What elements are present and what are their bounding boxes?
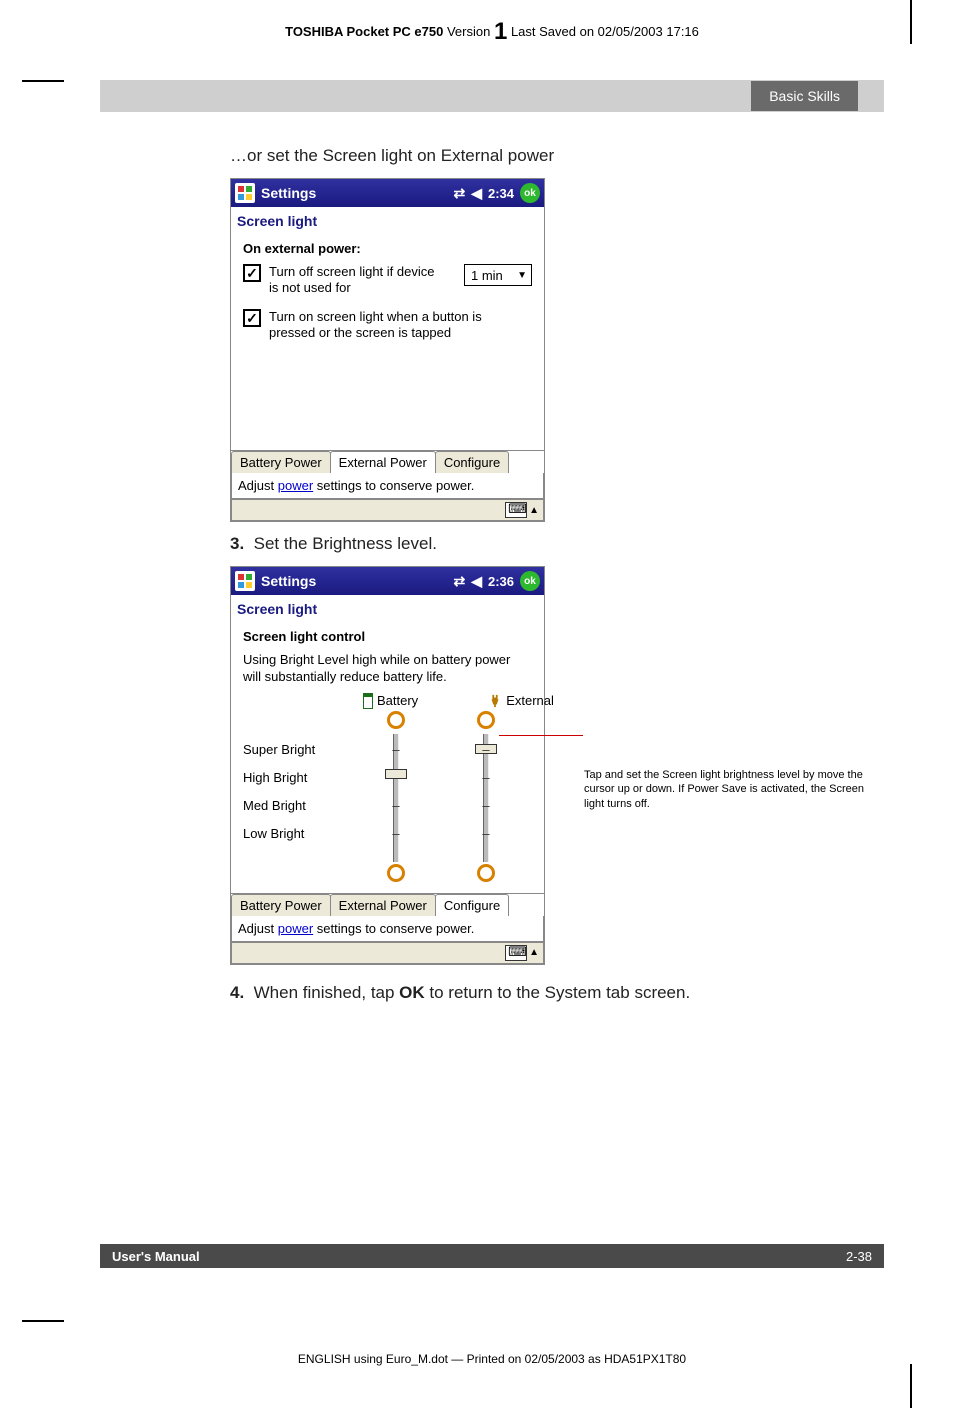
checkbox-turn-on[interactable]: ✓	[243, 309, 261, 327]
tab-battery-power[interactable]: Battery Power	[231, 451, 331, 473]
connectivity-icon[interactable]: ⇄	[453, 185, 465, 202]
sip-up-icon[interactable]: ▲	[529, 505, 539, 516]
step-3-num: 3.	[230, 534, 244, 553]
brightness-sliders: Super Bright –– High Bright –– Med Brigh…	[243, 734, 532, 862]
page-footer: ENGLISH using Euro_M.dot — Printed on 02…	[100, 1352, 884, 1366]
tab-configure[interactable]: Configure	[435, 894, 509, 916]
step-4-num: 4.	[230, 983, 244, 1002]
version-number: 1	[494, 18, 507, 45]
titlebar: Settings ⇄ ◀ 2:34 ok	[231, 179, 544, 207]
control-desc: Using Bright Level high while on battery…	[243, 652, 532, 685]
battery-icon	[363, 693, 373, 709]
callout-line	[499, 735, 583, 736]
level-super: Super Bright	[243, 742, 351, 757]
level-med: Med Bright	[243, 798, 351, 813]
battery-column: Battery	[363, 693, 418, 709]
crop-mark	[22, 1320, 64, 1322]
crop-mark	[910, 0, 912, 44]
opt-turn-on-label: Turn on screen light when a button is pr…	[269, 309, 529, 340]
sip-bar: ▲	[231, 499, 544, 521]
tab-configure[interactable]: Configure	[435, 451, 509, 473]
screen-subhead: Screen light	[231, 595, 544, 621]
bulb-icon	[477, 864, 495, 882]
sip-bar: ▲	[231, 942, 544, 964]
callout-annotation: Tap and set the Screen light brightness …	[584, 768, 884, 811]
tab-battery-power[interactable]: Battery Power	[231, 894, 331, 916]
speaker-icon[interactable]: ◀	[471, 185, 482, 202]
product-name: TOSHIBA Pocket PC e750	[285, 24, 443, 39]
keyboard-icon[interactable]	[505, 502, 527, 518]
hint-pre: Adjust	[238, 921, 278, 936]
crop-mark	[22, 80, 64, 82]
chevron-down-icon: ▼	[517, 270, 527, 281]
crop-mark	[910, 1364, 912, 1408]
step-4-text-b: to return to the System tab screen.	[425, 983, 691, 1002]
step-4: 4. When finished, tap OK to return to th…	[230, 983, 884, 1003]
hint-post: settings to conserve power.	[313, 478, 474, 493]
external-column: External	[488, 693, 554, 708]
page-header: TOSHIBA Pocket PC e750 Version 1 Last Sa…	[100, 18, 884, 46]
power-link[interactable]: power	[278, 921, 313, 936]
step-4-ok: OK	[399, 983, 425, 1002]
section-title: Basic Skills	[751, 81, 858, 111]
tab-external-power[interactable]: External Power	[330, 894, 436, 916]
tab-external-power[interactable]: External Power	[330, 451, 436, 473]
ok-button[interactable]: ok	[520, 183, 540, 203]
ok-button[interactable]: ok	[520, 571, 540, 591]
plug-icon	[488, 694, 502, 708]
bulb-icon	[387, 864, 405, 882]
window-title: Settings	[261, 573, 316, 589]
step-3: 3. Set the Brightness level.	[230, 534, 884, 554]
sip-up-icon[interactable]: ▲	[529, 947, 539, 958]
tab-bar: Battery Power External Power Configure	[231, 893, 544, 916]
dropdown-value: 1 min	[471, 268, 503, 283]
step-4-text-a: When finished, tap	[254, 983, 400, 1002]
power-link[interactable]: power	[278, 478, 313, 493]
connectivity-icon[interactable]: ⇄	[453, 573, 465, 590]
screenshot-configure: Settings ⇄ ◀ 2:36 ok Screen light Screen…	[230, 566, 545, 965]
opt-turn-off-label: Turn off screen light if device is not u…	[269, 264, 444, 295]
level-low: Low Bright	[243, 826, 351, 841]
start-icon[interactable]	[235, 571, 255, 591]
section-bar: Basic Skills	[100, 80, 884, 112]
start-icon[interactable]	[235, 183, 255, 203]
battery-col-label: Battery	[377, 693, 418, 708]
external-col-label: External	[506, 693, 554, 708]
panel-title: On external power:	[243, 241, 532, 256]
screenshot-external-power: Settings ⇄ ◀ 2:34 ok Screen light On ext…	[230, 178, 545, 522]
footer-bar: User's Manual 2-38	[100, 1244, 884, 1268]
hint-bar: Adjust power settings to conserve power.	[231, 473, 544, 499]
clock-time[interactable]: 2:34	[488, 186, 514, 201]
clock-time[interactable]: 2:36	[488, 574, 514, 589]
level-high: High Bright	[243, 770, 351, 785]
speaker-icon[interactable]: ◀	[471, 573, 482, 590]
screen-subhead: Screen light	[231, 207, 544, 233]
saved-timestamp: Last Saved on 02/05/2003 17:16	[511, 24, 699, 39]
hint-bar: Adjust power settings to conserve power.	[231, 916, 544, 942]
hint-post: settings to conserve power.	[313, 921, 474, 936]
checkbox-turn-off[interactable]: ✓	[243, 264, 261, 282]
bulb-icon	[387, 711, 405, 729]
window-title: Settings	[261, 185, 316, 201]
footer-left: User's Manual	[112, 1249, 200, 1264]
step-3-text: Set the Brightness level.	[254, 534, 437, 553]
hint-pre: Adjust	[238, 478, 278, 493]
version-label: Version	[447, 24, 490, 39]
slider-columns-header: Battery External	[363, 693, 532, 709]
footer-right: 2-38	[846, 1249, 872, 1264]
titlebar: Settings ⇄ ◀ 2:36 ok	[231, 567, 544, 595]
timeout-dropdown[interactable]: 1 min ▼	[464, 264, 532, 286]
bulb-icon	[477, 711, 495, 729]
control-title: Screen light control	[243, 629, 532, 644]
keyboard-icon[interactable]	[505, 945, 527, 961]
intro-text: …or set the Screen light on External pow…	[230, 146, 884, 166]
tab-bar: Battery Power External Power Configure	[231, 450, 544, 473]
